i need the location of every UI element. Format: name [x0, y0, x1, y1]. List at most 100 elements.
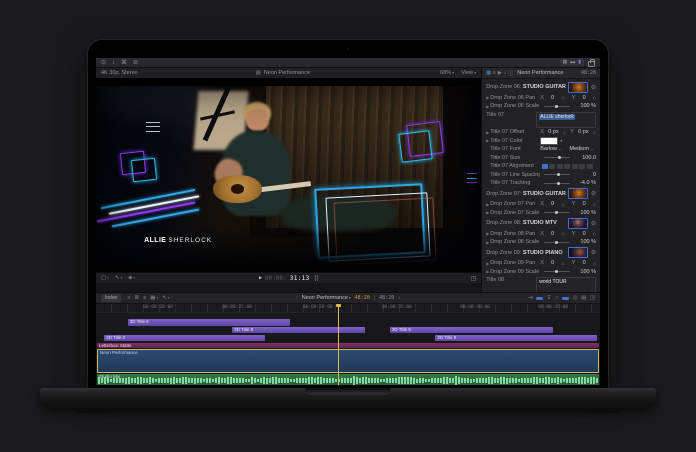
parameter-label: Drop Zone 06: STUDIO GUITAR — [486, 84, 568, 90]
alignment-button[interactable] — [542, 164, 548, 169]
background-tasks-icon[interactable]: ⊘ — [133, 58, 138, 68]
info-inspector-tab-icon[interactable]: ⓘ — [508, 70, 513, 77]
matte-clip[interactable]: Letterbox: Matte — [97, 343, 599, 348]
title-inspector-tab-icon[interactable]: ≡ — [493, 70, 496, 76]
slider-value[interactable]: 100 % — [574, 269, 596, 275]
viewer-title: Neon Performance — [264, 70, 310, 76]
slider-value[interactable]: -4.0 % — [574, 180, 596, 186]
view-dropdown[interactable]: View — [461, 70, 476, 76]
keyframe-icon[interactable]: ◇ — [561, 261, 564, 266]
rubber-foot — [588, 409, 620, 413]
keyframe-icon[interactable]: ◇ — [561, 231, 564, 236]
color-dropdown-caret-icon[interactable]: ▾ — [560, 138, 562, 143]
value-field[interactable]: 0 px — [548, 129, 558, 135]
keyframe-icon[interactable]: ◇ — [593, 202, 596, 207]
dropzone-thumbnail[interactable] — [568, 188, 588, 199]
clear-dropzone-icon[interactable]: ⊘ — [591, 220, 596, 227]
lid-groove — [305, 388, 391, 395]
next-project-icon[interactable]: › — [398, 295, 400, 301]
import-icon[interactable]: ↓ — [112, 58, 115, 68]
title-clip[interactable]: 3D Title 9 — [435, 335, 597, 341]
color-swatch[interactable] — [540, 137, 558, 145]
alignment-button[interactable] — [549, 164, 555, 169]
previous-project-icon[interactable]: ‹ — [296, 295, 298, 301]
slider-value[interactable]: 100 % — [574, 103, 596, 109]
audio-clip[interactable]: Studio Mix — [97, 374, 599, 385]
value-field[interactable]: 0 — [583, 95, 586, 101]
ruler-tick-label: 00:00:45:00 — [538, 305, 568, 310]
inspector-row-slider: Title 07 Size100.0 — [482, 154, 600, 162]
value-field[interactable]: 0 — [551, 260, 554, 266]
video-inspector-tab-icon[interactable]: ▦ — [486, 70, 491, 76]
playhead[interactable] — [338, 304, 339, 385]
audio-inspector-tab-icon[interactable]: ♪ — [504, 70, 507, 76]
title-clip[interactable]: 3D Title 8 — [232, 327, 365, 333]
keyframe-icon[interactable]: ◇ — [593, 95, 596, 100]
alignment-button[interactable] — [579, 164, 585, 169]
keyword-editor-icon[interactable]: ⌘ — [121, 58, 127, 68]
slider-track[interactable] — [544, 106, 570, 107]
alignment-button[interactable] — [564, 164, 570, 169]
sidebar-toggle-icon[interactable]: ⊙ — [101, 58, 106, 68]
slider-track[interactable] — [544, 242, 570, 243]
value-field[interactable]: 0 — [583, 201, 586, 207]
generator-inspector-tab-icon[interactable]: ▶ — [498, 70, 502, 76]
value-field[interactable]: 0 — [551, 95, 554, 101]
keyframe-icon[interactable]: ◇ — [563, 130, 566, 135]
ruler-tick-label: 00:00:20:00 — [143, 305, 173, 310]
axis-label: Y — [572, 231, 576, 237]
artist-last-name: SHERLOCK — [168, 237, 212, 244]
clear-dropzone-icon[interactable]: ⊘ — [591, 190, 596, 197]
slider-track[interactable] — [544, 174, 570, 175]
text-input-field[interactable]: ALLIE sherlock — [536, 112, 596, 128]
title-clip[interactable]: 3D Title 5 — [390, 327, 553, 333]
audio-meters-icon[interactable] — [315, 275, 318, 281]
parameter-label: Title 07 — [486, 112, 536, 118]
lock-icon[interactable] — [588, 61, 595, 67]
slider-track[interactable] — [544, 183, 570, 184]
keyframe-icon[interactable]: ◇ — [593, 231, 596, 236]
dropzone-thumbnail[interactable] — [568, 247, 588, 258]
slider-track[interactable] — [544, 212, 570, 213]
alignment-button[interactable] — [572, 164, 578, 169]
slider-value[interactable]: 100.0 — [574, 155, 596, 161]
parameter-label: Title 07 Line Spacing — [490, 172, 540, 178]
audio-waveform — [98, 376, 598, 385]
keyframe-icon[interactable]: ◇ — [593, 261, 596, 266]
timeline-project-title[interactable]: Neon Performance — [302, 295, 351, 301]
dropzone-thumbnail[interactable] — [568, 218, 588, 229]
value-field[interactable]: 0 — [551, 231, 554, 237]
title-clip[interactable]: 3D Title 6 — [128, 319, 290, 326]
inspector-toggle-icon[interactable]: ▮ — [578, 59, 581, 66]
value-field[interactable]: 0 — [583, 260, 586, 266]
font-weight-dropdown[interactable]: Medium — [570, 146, 594, 152]
slider-value[interactable]: 100 % — [574, 210, 596, 216]
keyframe-icon[interactable]: ◇ — [593, 130, 596, 135]
play-button[interactable]: ▶ — [259, 275, 262, 281]
slider-track[interactable] — [544, 157, 570, 158]
timeline-toggle-icon[interactable]: ▬ — [570, 59, 575, 66]
app-toolbar: ⊙ ↓ ⌘ ⊘ ▦ ▬ ▮ — [96, 58, 600, 68]
keyframe-icon[interactable]: ◇ — [561, 202, 564, 207]
slider-value[interactable]: 100 % — [574, 239, 596, 245]
title-track: 3D Title 2 3D Title 9 — [96, 335, 600, 341]
clear-dropzone-icon[interactable]: ⊘ — [591, 84, 596, 91]
value-field[interactable]: 0 px — [578, 129, 588, 135]
font-family-dropdown[interactable]: Barlow — [540, 146, 561, 152]
slider-track[interactable] — [544, 271, 570, 272]
clear-dropzone-icon[interactable]: ⊘ — [591, 249, 596, 256]
browser-toggle-icon[interactable]: ▦ — [563, 59, 568, 66]
alignment-button[interactable] — [557, 164, 563, 169]
value-field[interactable]: 0 — [551, 201, 554, 207]
timeline-ruler[interactable]: 00:00:20:0000:00:25:0000:00:30:0000:00:3… — [96, 304, 600, 313]
dropzone-thumbnail[interactable] — [568, 82, 588, 93]
zoom-level-dropdown[interactable]: 68% — [440, 70, 454, 76]
title-clip[interactable]: 3D Title 2 — [104, 335, 265, 341]
primary-video-clip[interactable]: Neon Performance — [97, 349, 599, 373]
alignment-button[interactable] — [587, 164, 593, 169]
slider-value[interactable]: 0 — [574, 172, 596, 178]
text-input-field[interactable]: world TOUR — [536, 277, 596, 292]
keyframe-icon[interactable]: ◇ — [561, 95, 564, 100]
ruler-tick-label: 00:00:25:00 — [222, 305, 252, 310]
value-field[interactable]: 0 — [583, 231, 586, 237]
